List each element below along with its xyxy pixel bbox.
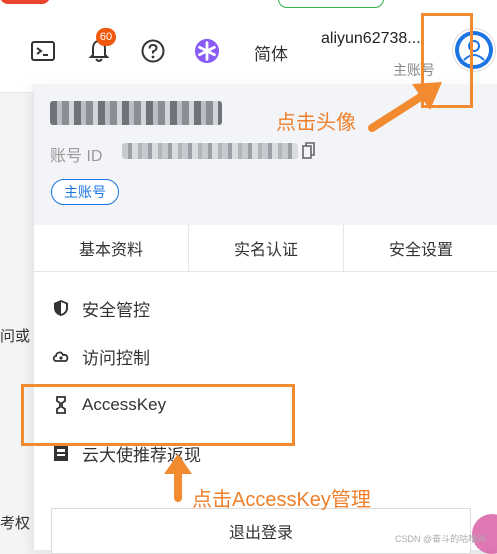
gift-icon [52, 444, 70, 462]
help-icon[interactable] [140, 38, 166, 64]
top-pill-button[interactable] [278, 0, 384, 8]
ai-assistant-icon[interactable] [194, 38, 220, 64]
shield-icon [52, 299, 70, 317]
terminal-icon[interactable] [30, 38, 56, 64]
annotation-arrow [368, 82, 442, 132]
background-text-fragment: 问或 [0, 328, 31, 345]
menu-item-label: 访问控制 [82, 348, 150, 368]
language-switch[interactable]: 简体 [254, 40, 288, 65]
cloud-key-icon [52, 347, 70, 365]
copy-icon[interactable] [302, 142, 316, 165]
tab-real-name-auth[interactable]: 实名认证 [189, 225, 344, 271]
tab-basic-info[interactable]: 基本资料 [34, 225, 189, 271]
notification-badge: 60 [96, 28, 116, 46]
account-tabs: 基本资料 实名认证 安全设置 [34, 225, 497, 272]
annotation-click-avatar: 点击头像 [276, 112, 356, 134]
blurred-account-id [122, 143, 298, 159]
top-strip [0, 0, 497, 8]
annotation-arrow [164, 454, 192, 502]
background-text-fragment: 考权 [0, 515, 31, 532]
menu-item-label: 安全管控 [82, 300, 150, 320]
account-username[interactable]: aliyun62738... [321, 30, 421, 48]
account-id-label: 账号 ID [50, 148, 103, 165]
tab-security-settings[interactable]: 安全设置 [344, 225, 497, 271]
annotation-click-accesskey: 点击AccessKey管理 [192, 489, 371, 511]
account-dropdown: 账号 ID 主账号 基本资料 实名认证 安全设置 安全管控 访问控制 Acces… [33, 84, 497, 554]
blurred-account-name [50, 101, 222, 125]
top-left-tab [0, 0, 50, 4]
accesskey-highlight-box [21, 384, 295, 446]
menu-item-access-control[interactable]: 访问控制 [52, 344, 150, 368]
main-account-tag: 主账号 [51, 179, 119, 205]
menu-item-security-control[interactable]: 安全管控 [52, 296, 150, 320]
watermark: CSDN @奋斗的咕噜叫 [395, 534, 487, 544]
logout-button[interactable]: 退出登录 [51, 508, 471, 554]
